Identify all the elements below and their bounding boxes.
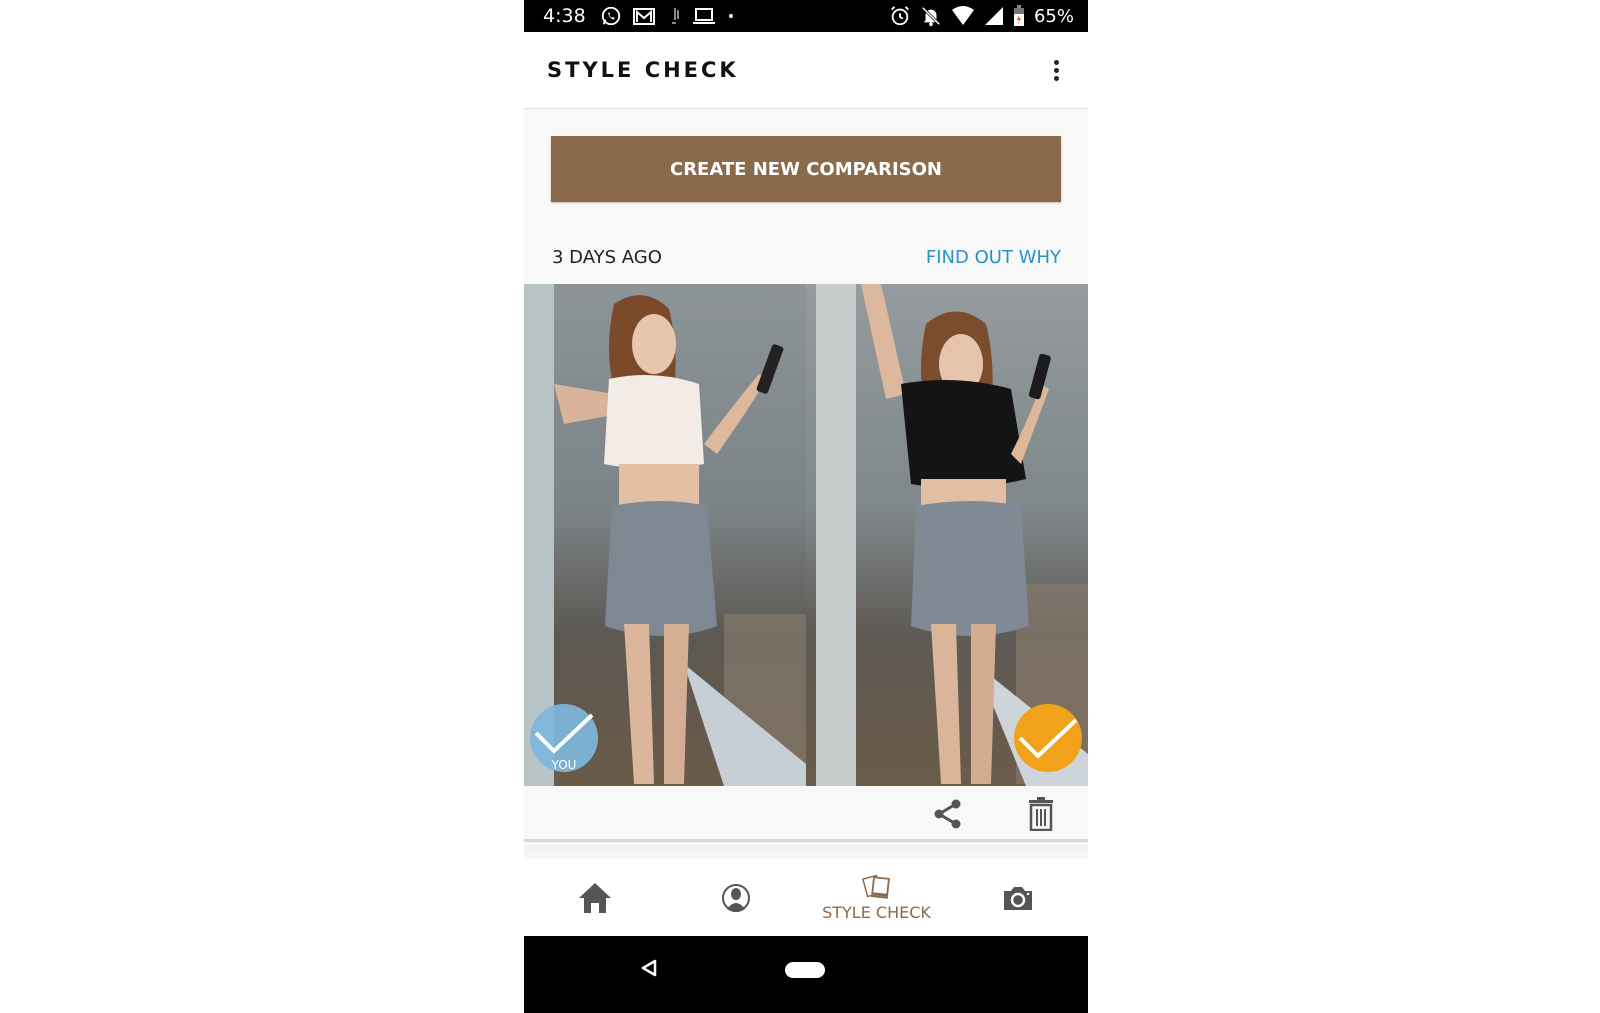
outfit-photo-1[interactable]: YOU <box>524 284 806 786</box>
checkmark-icon <box>1018 718 1078 759</box>
whatsapp-icon <box>600 5 622 27</box>
nav-camera[interactable] <box>947 859 1088 936</box>
laptop-icon <box>692 6 716 26</box>
gmail-icon <box>632 6 656 26</box>
bottom-navigation: STYLE CHECK <box>524 859 1088 936</box>
nav-home[interactable] <box>524 859 665 936</box>
phone-screen: 4:38 65% STYLE CHECK CREATE NEW COMPARIS… <box>524 0 1088 1013</box>
camera-icon <box>1003 886 1032 910</box>
comparison-header: 3 DAYS AGO FIND OUT WHY <box>552 240 1061 274</box>
create-new-comparison-button[interactable]: CREATE NEW COMPARISON <box>551 136 1061 202</box>
music-note-icon <box>666 6 682 26</box>
battery-percent: 65% <box>1033 5 1074 27</box>
find-out-why-link[interactable]: FIND OUT WHY <box>926 247 1061 268</box>
delete-icon[interactable] <box>1023 796 1059 832</box>
wifi-icon <box>951 6 975 26</box>
checkmark-icon <box>534 713 594 754</box>
status-time: 4:38 <box>543 5 586 27</box>
home-icon <box>578 882 611 913</box>
home-pill-button[interactable] <box>785 962 825 978</box>
style-check-icon <box>861 874 890 899</box>
winner-badge[interactable] <box>1014 704 1082 772</box>
system-navigation-bar <box>524 936 1088 1013</box>
comparison-timestamp: 3 DAYS AGO <box>552 246 662 268</box>
notifications-off-icon <box>920 5 942 27</box>
profile-icon <box>721 883 750 912</box>
status-bar: 4:38 65% <box>524 0 1088 32</box>
cell-signal-icon <box>984 6 1004 26</box>
status-right: 65% <box>889 5 1074 27</box>
dot-icon <box>726 11 736 21</box>
outfit-photo-2[interactable] <box>806 284 1088 786</box>
nav-style-check[interactable]: STYLE CHECK <box>806 859 947 936</box>
comparison-actions <box>524 786 1088 842</box>
menu-dot <box>1053 67 1059 73</box>
page-title: STYLE CHECK <box>547 58 739 82</box>
app-bar: STYLE CHECK <box>524 32 1088 109</box>
share-icon[interactable] <box>930 796 966 832</box>
battery-charging-icon <box>1013 5 1025 27</box>
back-icon[interactable] <box>640 958 658 983</box>
nav-profile[interactable] <box>665 859 806 936</box>
list-separator <box>524 845 1088 859</box>
you-vote-badge[interactable]: YOU <box>530 704 598 772</box>
nav-style-check-label: STYLE CHECK <box>822 903 931 922</box>
menu-dot <box>1053 59 1059 65</box>
you-badge-label: YOU <box>551 758 577 772</box>
more-vert-icon[interactable] <box>1046 55 1066 85</box>
comparison-photos: YOU <box>524 284 1088 786</box>
menu-dot <box>1053 75 1059 81</box>
alarm-icon <box>889 5 911 27</box>
